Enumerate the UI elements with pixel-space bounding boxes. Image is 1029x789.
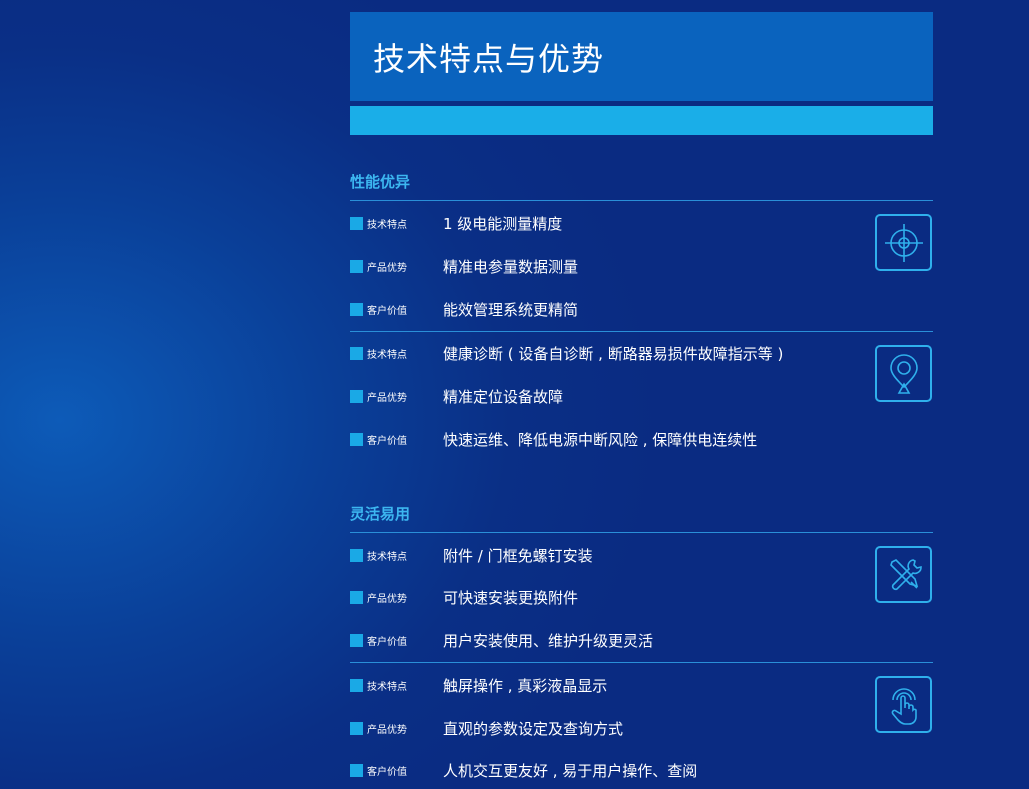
row-text: 触屏操作 , 真彩液晶显示 (443, 676, 608, 695)
bullet-square (350, 590, 363, 604)
list-item: 客户价值 用户安装使用、维护升级更灵活 (350, 630, 653, 650)
divider (350, 532, 933, 533)
list-item: 客户价值 快速运维、降低电源中断风险 , 保障供电连续性 (350, 429, 757, 449)
bullet-square (350, 763, 363, 777)
bullet-square (350, 259, 363, 273)
row-label: 客户价值 (367, 766, 407, 778)
tools-icon (875, 546, 932, 603)
list-item: 技术特点 1 级电能测量精度 (350, 213, 562, 233)
row-label: 产品优势 (367, 392, 407, 404)
header-panel: 技术特点与优势 (350, 12, 933, 135)
page-title: 技术特点与优势 (373, 39, 605, 78)
divider (350, 200, 933, 201)
touch-hand-icon (875, 676, 932, 733)
list-item: 产品优势 直观的参数设定及查询方式 (350, 718, 623, 738)
row-text: 用户安装使用、维护升级更灵活 (443, 631, 654, 650)
row-label: 产品优势 (367, 262, 407, 274)
row-text: 直观的参数设定及查询方式 (443, 719, 624, 738)
bullet-square (350, 216, 363, 230)
row-label: 客户价值 (367, 435, 407, 447)
row-text: 精准电参量数据测量 (443, 257, 579, 276)
list-item: 产品优势 精准电参量数据测量 (350, 256, 578, 276)
list-item: 技术特点 健康诊断 ( 设备自诊断 , 断路器易损件故障指示等 ) (350, 343, 783, 363)
list-item: 客户价值 人机交互更友好 , 易于用户操作、查阅 (350, 760, 697, 780)
accent-strip (350, 106, 933, 135)
row-label: 技术特点 (367, 551, 407, 563)
bullet-square (350, 432, 363, 446)
row-label: 客户价值 (367, 636, 407, 648)
bullet-square (350, 721, 363, 735)
bullet-square (350, 633, 363, 647)
list-item: 产品优势 精准定位设备故障 (350, 386, 563, 406)
row-label: 技术特点 (367, 349, 407, 361)
list-item: 技术特点 触屏操作 , 真彩液晶显示 (350, 675, 607, 695)
row-text: 精准定位设备故障 (443, 387, 564, 406)
row-text: 附件 / 门框免螺钉安装 (443, 546, 593, 565)
bullet-square (350, 302, 363, 316)
list-item: 客户价值 能效管理系统更精简 (350, 299, 578, 319)
row-label: 技术特点 (367, 681, 407, 693)
row-text: 人机交互更友好 , 易于用户操作、查阅 (443, 761, 698, 780)
divider (350, 662, 933, 663)
row-text: 1 级电能测量精度 (443, 214, 563, 233)
row-label: 技术特点 (367, 219, 407, 231)
bullet-square (350, 389, 363, 403)
bullet-square (350, 346, 363, 360)
row-label: 产品优势 (367, 593, 407, 605)
list-item: 技术特点 附件 / 门框免螺钉安装 (350, 545, 593, 565)
row-label: 客户价值 (367, 305, 407, 317)
crosshair-icon (875, 214, 932, 271)
row-text: 健康诊断 ( 设备自诊断 , 断路器易损件故障指示等 ) (443, 344, 784, 363)
row-text: 快速运维、降低电源中断风险 , 保障供电连续性 (443, 430, 758, 449)
location-diagnosis-icon (875, 345, 932, 402)
bullet-square (350, 678, 363, 692)
divider (350, 331, 933, 332)
bullet-square (350, 548, 363, 562)
title-box: 技术特点与优势 (350, 12, 933, 101)
row-label: 产品优势 (367, 724, 407, 736)
list-item: 产品优势 可快速安装更换附件 (350, 587, 578, 607)
section-heading-performance: 性能优异 (350, 173, 411, 191)
row-text: 能效管理系统更精简 (443, 300, 579, 319)
section-heading-flexible: 灵活易用 (350, 505, 411, 523)
row-text: 可快速安装更换附件 (443, 588, 579, 607)
